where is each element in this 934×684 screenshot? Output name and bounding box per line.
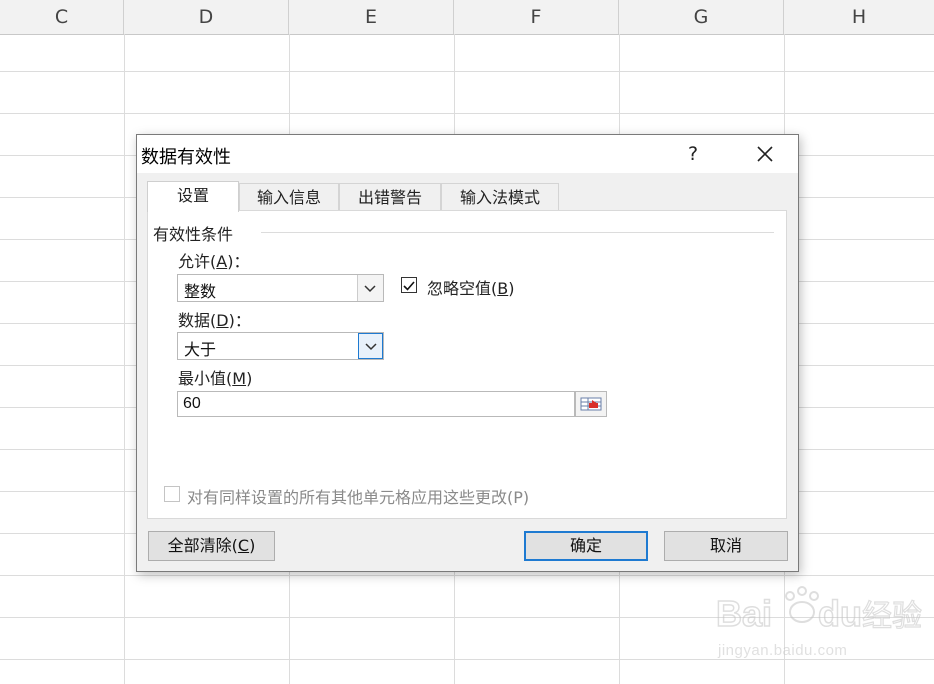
column-header-g[interactable]: G bbox=[619, 0, 784, 34]
allow-value: 整数 bbox=[184, 282, 217, 301]
column-header-c[interactable]: C bbox=[0, 0, 124, 34]
allow-dropdown-button[interactable] bbox=[357, 275, 383, 301]
column-header-d[interactable]: D bbox=[124, 0, 289, 34]
checkmark-icon bbox=[403, 281, 415, 291]
svg-text:Bai: Bai bbox=[716, 593, 772, 634]
tab-settings[interactable]: 设置 bbox=[147, 181, 239, 212]
svg-text:du: du bbox=[818, 593, 862, 634]
gridline bbox=[0, 71, 934, 72]
data-value: 大于 bbox=[184, 340, 217, 359]
data-dropdown-button[interactable] bbox=[358, 333, 383, 359]
column-header-e[interactable]: E bbox=[289, 0, 454, 34]
minimum-value: 60 bbox=[183, 395, 201, 412]
group-divider bbox=[261, 232, 774, 233]
svg-text:经验: 经验 bbox=[862, 599, 922, 634]
range-select-button[interactable] bbox=[575, 391, 607, 417]
validation-criteria-label: 有效性条件 bbox=[153, 221, 238, 245]
baidu-jingyan-watermark: Bai du 经验 jingyan.baidu.com bbox=[716, 582, 926, 672]
gridline bbox=[124, 34, 125, 684]
tab-ime-mode[interactable]: 输入法模式 bbox=[441, 183, 559, 211]
column-header-h[interactable]: H bbox=[784, 0, 934, 34]
column-header-row: C D E F G H bbox=[0, 0, 934, 35]
gridline bbox=[0, 575, 934, 576]
clear-all-button[interactable]: 全部清除(C) bbox=[148, 531, 275, 561]
minimum-label: 最小值(M) bbox=[178, 369, 253, 388]
minimum-input[interactable]: 60 bbox=[177, 391, 575, 417]
allow-dropdown[interactable]: 整数 bbox=[177, 274, 384, 302]
watermark-url: jingyan.baidu.com bbox=[718, 642, 848, 659]
dialog-title: 数据有效性 bbox=[141, 147, 231, 168]
help-button[interactable]: ? bbox=[678, 139, 708, 169]
range-select-icon bbox=[580, 397, 602, 411]
gridline bbox=[0, 113, 934, 114]
tab-input-message[interactable]: 输入信息 bbox=[239, 183, 339, 211]
dialog-titlebar[interactable]: 数据有效性 ? bbox=[137, 135, 798, 173]
data-validation-dialog: 数据有效性 ? 设置 输入信息 出错警告 输入法模式 有效性条件 允许(A)： … bbox=[136, 134, 799, 572]
ignore-blank-label[interactable]: 忽略空值(B) bbox=[427, 275, 514, 299]
apply-to-all-label: 对有同样设置的所有其他单元格应用这些更改(P) bbox=[187, 488, 530, 507]
data-label: 数据(D)： bbox=[178, 311, 251, 330]
chevron-down-icon bbox=[365, 343, 377, 351]
close-button[interactable] bbox=[747, 139, 783, 169]
ignore-blank-checkbox[interactable] bbox=[401, 277, 417, 293]
chevron-down-icon bbox=[364, 285, 376, 293]
tab-error-alert[interactable]: 出错警告 bbox=[339, 183, 441, 211]
close-icon bbox=[757, 146, 773, 162]
allow-label: 允许(A)： bbox=[178, 252, 250, 271]
tab-strip: 设置 输入信息 出错警告 输入法模式 bbox=[147, 181, 707, 212]
ok-button[interactable]: 确定 bbox=[524, 531, 648, 561]
apply-to-all-checkbox[interactable] bbox=[164, 486, 180, 502]
data-dropdown[interactable]: 大于 bbox=[177, 332, 384, 360]
cancel-button[interactable]: 取消 bbox=[664, 531, 788, 561]
baidu-logo-icon: Bai du 经验 bbox=[716, 586, 923, 635]
column-header-f[interactable]: F bbox=[454, 0, 619, 34]
